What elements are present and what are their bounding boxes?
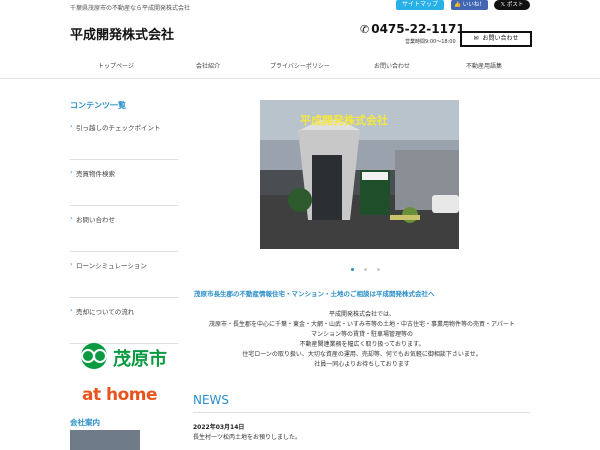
- nav-divider: [0, 78, 600, 79]
- sitemap-button[interactable]: サイトマップ: [396, 0, 444, 10]
- chevron-right-icon: ›: [70, 122, 73, 130]
- hero-slideshow-image: 平成開発株式会社: [260, 100, 459, 249]
- sidebar-item-label: 売却についての流れ: [76, 308, 135, 316]
- slide-dot-1[interactable]: [351, 268, 354, 271]
- sidebar-item-loan-simulation[interactable]: › ローンシミュレーション: [70, 252, 178, 298]
- phone-number[interactable]: ✆ 0475-22-1171: [360, 22, 465, 36]
- contact-button[interactable]: ✉ お問い合わせ: [460, 31, 532, 47]
- news-divider: [193, 412, 530, 413]
- slide-dot-2[interactable]: [364, 268, 367, 271]
- sidebar-item-label: ローンシミュレーション: [76, 262, 147, 270]
- hero-caption: 平成開発株式会社: [300, 114, 388, 127]
- site-tagline: 千葉県茂原市の不動産なら平成開発株式会社: [70, 5, 191, 12]
- news-date: 2022年03月14日: [193, 424, 245, 431]
- company-photo: [70, 430, 140, 450]
- chevron-right-icon: ›: [70, 168, 73, 176]
- nav-item-glossary[interactable]: 不動産用語集: [438, 60, 530, 74]
- sidebar-item-contact[interactable]: › お問い合わせ: [70, 206, 178, 252]
- sidebar-list: › 引っ越しのチェックポイント › 売買物件検索 › お問い合わせ › ローンシ…: [70, 114, 178, 344]
- nav-item-company[interactable]: 会社紹介: [162, 60, 254, 74]
- phone-icon: ✆: [360, 23, 370, 36]
- intro-line: 社員一同心よりお待ちしております: [314, 361, 410, 368]
- slide-dot-3[interactable]: [377, 268, 380, 271]
- contact-button-label: お問い合わせ: [482, 35, 519, 42]
- site-title[interactable]: 平成開発株式会社: [70, 24, 174, 43]
- business-hours: 営業時間9:00～18:00: [405, 39, 456, 45]
- chevron-right-icon: ›: [70, 260, 73, 268]
- intro-line: 茂原市・長生郡を中心に千葉・東金・大網・山武・いすみ市等の土地・中古住宅・事業用…: [209, 321, 515, 328]
- intro-line: 平成開発株式会社では、: [328, 311, 395, 318]
- facebook-like-button[interactable]: 👍 いいね！: [451, 0, 488, 10]
- x-post-button[interactable]: 𝕏 ポスト: [494, 0, 530, 10]
- intro-line: 不動産関連業務を幅広く取り扱っております。: [299, 341, 425, 348]
- athome-banner[interactable]: at home: [82, 385, 158, 405]
- company-info-title: 会社案内: [70, 418, 100, 427]
- top-bar: 千葉県茂原市の不動産なら平成開発株式会社 サイトマップ 👍 いいね！ 𝕏 ポスト: [0, 0, 600, 14]
- mobara-banner-text: 茂原市: [113, 349, 167, 370]
- mail-icon: ✉: [473, 35, 479, 42]
- sidebar-item-label: 引っ越しのチェックポイント: [76, 124, 161, 132]
- news-item-link[interactable]: 長生村一ツ松丙土地をお預りしました。: [193, 432, 301, 441]
- slideshow-dots: [346, 256, 385, 275]
- sidebar-item-label: 売買物件検索: [76, 170, 115, 178]
- sidebar-item-selling-flow[interactable]: › 売却についての流れ: [70, 298, 178, 344]
- main-nav: トップページ 会社紹介 プライバシーポリシー お問い合わせ 不動産用語集: [70, 60, 530, 74]
- intro-text: 平成開発株式会社では、 茂原市・長生郡を中心に千葉・東金・大網・山武・いすみ市等…: [194, 310, 530, 370]
- chevron-right-icon: ›: [70, 214, 73, 222]
- intro-line: 住宅ローンの取り扱い、大切な資産の運用、売却等、何でもお気軽に御相談下さいませ。: [242, 351, 482, 358]
- phone-text: 0475-22-1171: [371, 22, 465, 36]
- news-section-title: NEWS: [193, 393, 230, 407]
- mobara-city-banner[interactable]: 茂原市: [78, 342, 174, 372]
- intro-line: マンション等の賃貸・駐車場管理等の: [310, 331, 413, 338]
- sidebar-item-label: お問い合わせ: [76, 216, 115, 224]
- main-headline: 茂原市長生郡の不動産情報住宅・マンション・土地のご相談は平成開発株式会社へ: [194, 290, 435, 298]
- sidebar-title: コンテンツ一覧: [70, 101, 126, 110]
- mobara-logo-icon: [81, 343, 107, 369]
- nav-item-top[interactable]: トップページ: [70, 60, 162, 74]
- sidebar-item-moving-checklist[interactable]: › 引っ越しのチェックポイント: [70, 114, 178, 160]
- nav-item-privacy[interactable]: プライバシーポリシー: [254, 60, 346, 74]
- nav-item-contact[interactable]: お問い合わせ: [346, 60, 438, 74]
- chevron-right-icon: ›: [70, 306, 73, 314]
- sidebar-item-property-search[interactable]: › 売買物件検索: [70, 160, 178, 206]
